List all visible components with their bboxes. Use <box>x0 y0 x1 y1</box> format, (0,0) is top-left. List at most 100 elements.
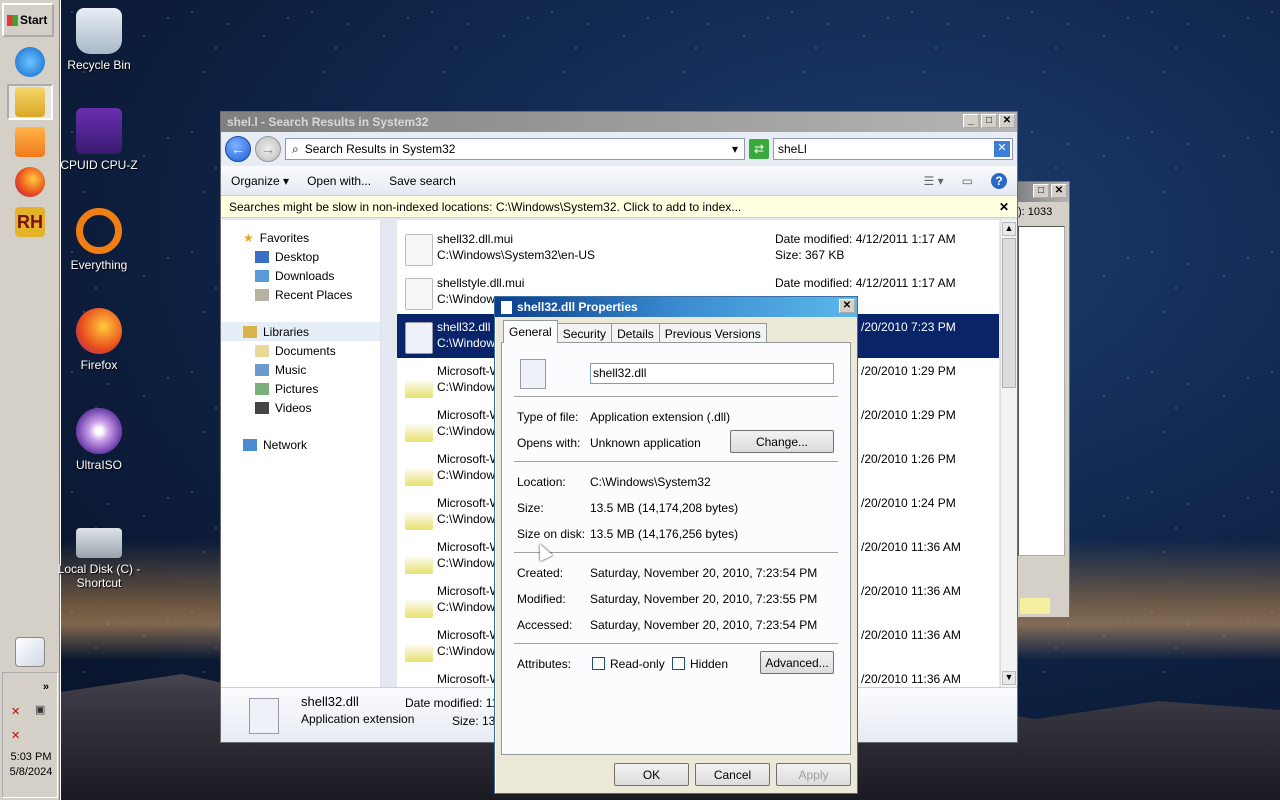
desktop-icon-recycle-bin[interactable]: Recycle Bin <box>54 8 144 72</box>
recycle-bin-icon <box>76 8 122 54</box>
taskbar-sign-button[interactable] <box>7 634 53 670</box>
advanced-button[interactable]: Advanced... <box>760 651 834 674</box>
back-button[interactable]: ← <box>225 136 251 162</box>
filename-field[interactable]: shell32.dll <box>590 363 834 384</box>
dll-file-icon <box>405 322 433 354</box>
tab-previous-versions[interactable]: Previous Versions <box>658 323 767 343</box>
infobar-close-button[interactable]: ✕ <box>999 200 1009 214</box>
network-error-icon[interactable]: ✕ <box>11 705 25 719</box>
background-window: □ ✕ ): 1033 <box>1015 181 1070 618</box>
cpuz-icon <box>76 108 122 154</box>
apply-button[interactable]: Apply <box>776 763 851 786</box>
nav-recent-places[interactable]: Recent Places <box>221 285 380 304</box>
desktop-icon-everything[interactable]: Everything <box>54 208 144 272</box>
properties-titlebar[interactable]: shell32.dll Properties <box>495 297 857 317</box>
forward-button[interactable]: → <box>255 136 281 162</box>
taskbar-firefox-button[interactable] <box>7 164 53 200</box>
desktop-icon <box>255 250 269 263</box>
clock-date[interactable]: 5/8/2024 <box>3 766 59 778</box>
readonly-checkbox[interactable] <box>592 657 605 670</box>
firefox-icon <box>76 308 122 354</box>
bg-maximize-button[interactable]: □ <box>1033 184 1049 198</box>
desktop-icon-firefox[interactable]: Firefox <box>54 308 144 372</box>
size-value: 13.5 MB (14,174,208 bytes) <box>590 501 739 515</box>
pictures-icon <box>255 382 269 395</box>
volume-muted-icon[interactable]: ✕ <box>11 729 25 743</box>
nav-network[interactable]: Network <box>221 435 380 454</box>
bg-close-button[interactable]: ✕ <box>1051 184 1067 198</box>
view-options-icon[interactable]: ☰ ▾ <box>924 174 944 188</box>
taskbar-rh-button[interactable]: RH <box>7 204 53 240</box>
scroll-thumb[interactable] <box>1002 238 1016 388</box>
minimize-button[interactable]: _ <box>963 114 979 128</box>
dll-file-icon <box>249 698 279 734</box>
nav-libraries[interactable]: Libraries <box>221 322 380 341</box>
close-button[interactable]: ✕ <box>999 114 1015 128</box>
opens-with-value: Unknown application <box>590 436 701 450</box>
manifest-file-icon <box>405 586 433 618</box>
nav-pictures[interactable]: Pictures <box>221 379 380 398</box>
general-tab-panel: shell32.dll Type of file: Application ext… <box>501 342 851 755</box>
open-with-button[interactable]: Open with... <box>307 174 371 188</box>
star-icon: ★ <box>243 230 254 245</box>
nav-downloads[interactable]: Downloads <box>221 266 380 285</box>
preview-pane-icon[interactable]: ▭ <box>962 174 973 188</box>
organize-button[interactable]: Organize ▾ <box>231 174 289 188</box>
cancel-button[interactable]: Cancel <box>695 763 770 786</box>
windows-logo-icon <box>7 14 18 26</box>
folder-icon <box>15 87 45 117</box>
tray-expand-button[interactable]: » <box>43 681 49 693</box>
music-icon <box>255 363 269 376</box>
explorer-titlebar[interactable]: shel.l - Search Results in System32 <box>221 112 1017 132</box>
signature-icon <box>15 637 45 667</box>
desktop-icon-local-disk[interactable]: Local Disk (C) - Shortcut <box>54 520 144 590</box>
desktop-icon-cpuz[interactable]: CPUID CPU-Z <box>54 108 144 172</box>
nav-favorites[interactable]: ★ Favorites <box>221 228 380 247</box>
list-item[interactable]: shell32.dll.mui C:\Windows\System32\en-US… <box>397 226 999 270</box>
tab-general[interactable]: General <box>503 320 558 343</box>
nav-music[interactable]: Music <box>221 360 380 379</box>
details-type: Application extension <box>301 712 415 726</box>
accessed-value: Saturday, November 20, 2010, 7:23:54 PM <box>590 618 818 632</box>
taskbar-ie-button[interactable] <box>7 44 53 80</box>
navigation-pane: ★ Favorites Desktop Downloads Recent Plac… <box>221 220 381 687</box>
explorer-title: shel.l - Search Results in System32 <box>227 115 429 129</box>
tab-security[interactable]: Security <box>556 323 613 343</box>
start-button[interactable]: Start <box>2 3 54 37</box>
properties-close-button[interactable]: ✕ <box>839 299 855 313</box>
command-bar: Organize ▾ Open with... Save search ☰ ▾ … <box>221 166 1017 196</box>
scroll-down-button[interactable]: ▼ <box>1002 671 1016 685</box>
disk-icon <box>76 528 122 558</box>
index-infobar[interactable]: Searches might be slow in non-indexed lo… <box>221 196 1017 218</box>
address-dropdown-icon[interactable]: ▾ <box>732 142 738 156</box>
help-icon[interactable]: ? <box>991 172 1007 189</box>
scroll-up-button[interactable]: ▲ <box>1002 222 1016 236</box>
manifest-file-icon <box>405 630 433 662</box>
videos-icon <box>255 401 269 414</box>
refresh-button[interactable]: ⇄ <box>749 139 769 159</box>
network-status-icon[interactable]: ▣ <box>35 703 49 717</box>
everything-icon <box>76 208 122 254</box>
clock-time[interactable]: 5:03 PM <box>3 751 59 763</box>
background-window-content <box>1018 226 1065 556</box>
ok-button[interactable]: OK <box>614 763 689 786</box>
properties-tabs: General Security Details Previous Versio… <box>503 320 767 343</box>
search-input[interactable]: sheLl ✕ <box>773 138 1013 160</box>
taskbar-media-button[interactable] <box>7 124 53 160</box>
address-bar[interactable]: ⌕ Search Results in System32 ▾ <box>285 138 745 160</box>
address-text: Search Results in System32 <box>304 142 456 156</box>
clear-search-button[interactable]: ✕ <box>994 141 1010 157</box>
details-filename: shell32.dll <box>301 694 359 709</box>
nav-documents[interactable]: Documents <box>221 341 380 360</box>
hidden-checkbox[interactable] <box>672 657 685 670</box>
file-list-scrollbar[interactable]: ▲ ▼ <box>1000 220 1017 687</box>
nav-desktop[interactable]: Desktop <box>221 247 380 266</box>
change-button[interactable]: Change... <box>730 430 834 453</box>
desktop-icon-ultraiso[interactable]: UltraISO <box>54 408 144 472</box>
nav-videos[interactable]: Videos <box>221 398 380 417</box>
taskbar-explorer-button[interactable] <box>7 84 53 120</box>
maximize-button[interactable]: □ <box>981 114 997 128</box>
save-search-button[interactable]: Save search <box>389 174 456 188</box>
size-on-disk-value: 13.5 MB (14,176,256 bytes) <box>590 527 739 541</box>
tab-details[interactable]: Details <box>611 323 660 343</box>
